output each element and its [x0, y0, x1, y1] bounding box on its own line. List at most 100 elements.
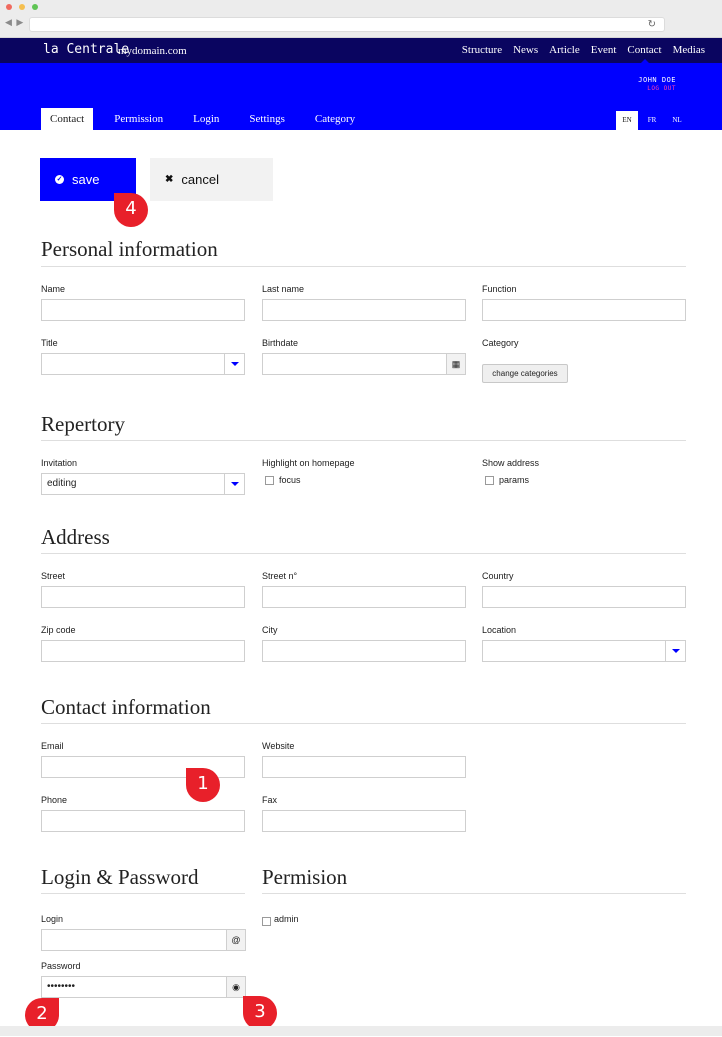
sub-header: JOHN DOE LOG OUT Contact Permission Logi… — [0, 63, 722, 130]
nav-news[interactable]: News — [513, 38, 538, 63]
street-number-label: Street n° — [262, 571, 298, 581]
user-name: JOHN DOE — [638, 76, 676, 84]
fax-label: Fax — [262, 795, 278, 805]
nav-medias[interactable]: Medias — [673, 38, 705, 63]
phone-field[interactable] — [41, 810, 245, 832]
location-select[interactable] — [482, 640, 686, 662]
params-label: params — [499, 475, 530, 485]
password-label: Password — [41, 961, 81, 971]
invitation-label: Invitation — [41, 458, 78, 468]
email-label: Email — [41, 741, 64, 751]
lang-nl[interactable]: NL — [666, 111, 688, 130]
chevron-down-icon[interactable] — [665, 641, 685, 661]
change-categories-button[interactable]: change categories — [482, 364, 568, 383]
cancel-label: cancel — [181, 172, 219, 187]
highlight-label: Highlight on homepage — [262, 458, 355, 468]
address-bar[interactable]: ↻ — [29, 17, 665, 32]
show-address-label: Show address — [482, 458, 540, 468]
phone-label: Phone — [41, 795, 68, 805]
marker-number: 4 — [125, 198, 137, 219]
city-field[interactable] — [262, 640, 466, 662]
refresh-icon[interactable]: ↻ — [648, 19, 656, 30]
title-label: Title — [41, 338, 58, 348]
street-field[interactable] — [41, 586, 245, 608]
country-field[interactable] — [482, 586, 686, 608]
admin-label: admin — [274, 914, 299, 924]
divider — [262, 893, 686, 894]
invitation-select[interactable]: editing — [41, 473, 245, 495]
zip-field[interactable] — [41, 640, 245, 662]
eye-icon[interactable]: ◉ — [226, 977, 245, 997]
password-value: •••••••• — [47, 981, 76, 992]
minimize-window-button[interactable] — [19, 4, 25, 10]
password-field[interactable]: •••••••• ◉ — [41, 976, 246, 998]
logout-link[interactable]: LOG OUT — [647, 85, 676, 92]
section-title-personal: Personal information — [41, 237, 218, 261]
country-label: Country — [482, 571, 514, 581]
last-name-label: Last name — [262, 284, 305, 294]
chevron-down-icon[interactable] — [224, 354, 244, 374]
function-field[interactable] — [482, 299, 686, 321]
section-title-login: Login & Password — [41, 865, 199, 889]
marker-number: 1 — [197, 773, 209, 794]
nav-structure[interactable]: Structure — [462, 38, 502, 63]
calendar-icon[interactable]: ▦ — [446, 354, 465, 374]
name-label: Name — [41, 284, 66, 294]
divider — [41, 266, 686, 267]
tab-contact[interactable]: Contact — [41, 108, 94, 130]
focus-label: focus — [279, 475, 301, 485]
annotation-marker-3: 3 — [243, 996, 277, 1030]
login-field[interactable]: @ — [41, 929, 246, 951]
section-title-contact: Contact information — [41, 695, 211, 719]
maximize-window-button[interactable] — [32, 4, 38, 10]
birthdate-field[interactable]: ▦ — [262, 353, 466, 375]
divider — [41, 553, 686, 554]
params-checkbox[interactable] — [485, 476, 494, 485]
save-label: save — [72, 172, 100, 187]
chevron-down-icon[interactable] — [224, 474, 244, 494]
tab-category[interactable]: Category — [306, 108, 364, 130]
admin-checkbox[interactable] — [262, 917, 271, 926]
cancel-button[interactable]: ✖ cancel — [150, 158, 273, 201]
street-label: Street — [41, 571, 66, 581]
nav-contact[interactable]: Contact — [627, 38, 662, 63]
close-window-button[interactable] — [6, 4, 12, 10]
invitation-value: editing — [47, 478, 77, 489]
check-circle-icon: ✓ — [55, 175, 64, 184]
section-tabs: Contact Permission Login Settings Catego… — [41, 108, 376, 130]
name-field[interactable] — [41, 299, 245, 321]
top-navbar: la Centrale mydomain.com Structure News … — [0, 38, 722, 63]
website-field[interactable] — [262, 756, 466, 778]
login-label: Login — [41, 914, 64, 924]
annotation-marker-1: 1 — [186, 768, 220, 802]
last-name-field[interactable] — [262, 299, 466, 321]
nav-article[interactable]: Article — [549, 38, 580, 63]
marker-number: 3 — [254, 1001, 266, 1022]
divider — [41, 440, 686, 441]
birthdate-label: Birthdate — [262, 338, 299, 348]
nav-event[interactable]: Event — [591, 38, 617, 63]
title-select[interactable] — [41, 353, 245, 375]
section-title-permission: Permision — [262, 865, 348, 889]
tab-permission[interactable]: Permission — [105, 108, 172, 130]
website-label: Website — [262, 741, 295, 751]
brand-logo[interactable]: la Centrale — [43, 42, 129, 57]
annotation-marker-4: 4 — [114, 193, 148, 227]
category-label: Category — [482, 338, 519, 348]
fax-field[interactable] — [262, 810, 466, 832]
tab-login[interactable]: Login — [184, 108, 228, 130]
browser-chrome: ◀ ▶ ↻ — [0, 0, 722, 38]
back-forward-icon[interactable]: ◀ ▶ — [5, 17, 24, 28]
at-sign-icon: @ — [226, 930, 245, 950]
street-number-field[interactable] — [262, 586, 466, 608]
main-nav: Structure News Article Event Contact Med… — [462, 38, 722, 63]
site-domain[interactable]: mydomain.com — [118, 45, 187, 57]
window-bottom-edge — [0, 1026, 722, 1036]
zip-label: Zip code — [41, 625, 76, 635]
tab-settings[interactable]: Settings — [240, 108, 293, 130]
lang-en[interactable]: EN — [616, 111, 638, 130]
lang-fr[interactable]: FR — [641, 111, 663, 130]
city-label: City — [262, 625, 278, 635]
focus-checkbox[interactable] — [265, 476, 274, 485]
section-title-address: Address — [41, 525, 110, 549]
